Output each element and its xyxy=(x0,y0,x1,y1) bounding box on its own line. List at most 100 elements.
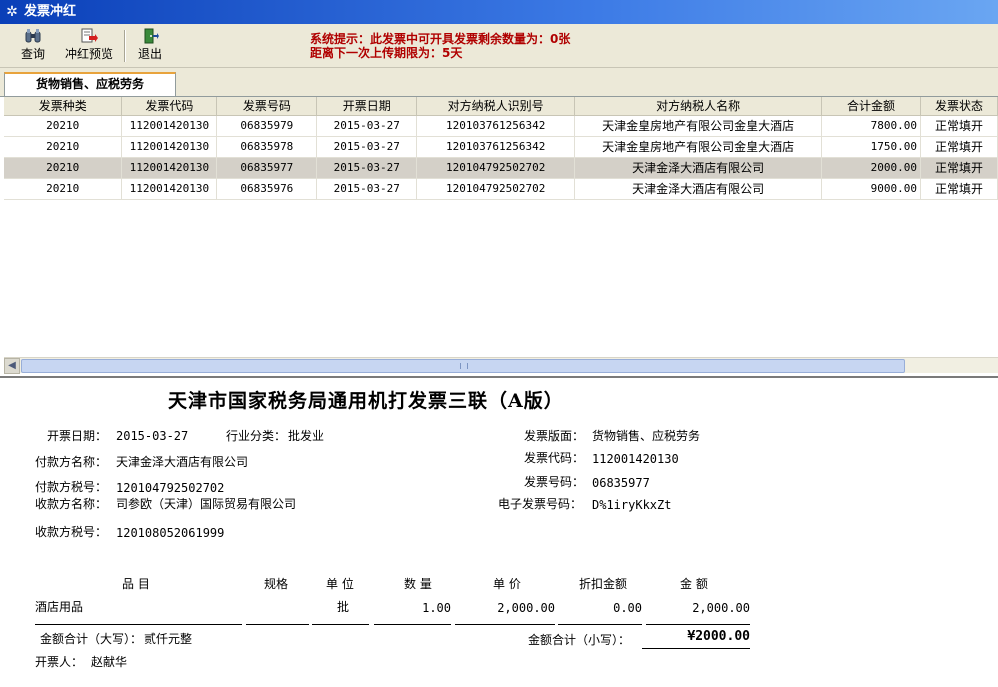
layout-label: 发票版面： xyxy=(524,429,585,443)
total-upper-label: 金额合计（大写）： xyxy=(40,632,143,646)
industry-value: 批发业 xyxy=(288,429,325,443)
item-qty: 1.00 xyxy=(422,601,451,615)
column-header-counterparty-tax-id[interactable]: 对方纳税人识别号 xyxy=(416,97,576,116)
exit-button[interactable]: 退出 xyxy=(132,28,168,66)
total-upper-value: 贰仟元整 xyxy=(144,632,193,646)
cell-invoice-code: 112001420130 xyxy=(121,115,218,137)
system-message-line-1: 系统提示：此发票中可开具发票剩余数量为：0张 xyxy=(310,32,571,46)
issuer-value: 赵献华 xyxy=(91,655,128,669)
cell-issue-date: 2015-03-27 xyxy=(316,115,418,137)
payee-name-label: 收款方名称： xyxy=(35,497,108,511)
cell-invoice-type: 20210 xyxy=(4,157,123,179)
column-header-invoice-number[interactable]: 发票号码 xyxy=(216,97,318,116)
total-underline xyxy=(642,648,750,649)
items-header-unit: 单 位 xyxy=(326,577,354,591)
industry-label: 行业分类： xyxy=(226,429,287,443)
issue-date-label: 开票日期： xyxy=(47,429,108,443)
red-flush-preview-button[interactable]: 冲红预览 xyxy=(62,28,116,66)
cell-counterparty-tax-id: 120104792502702 xyxy=(416,178,576,200)
item-underline xyxy=(246,624,309,625)
item-unit: 批 xyxy=(337,600,350,614)
items-header-qty: 数 量 xyxy=(404,577,432,591)
item-underline xyxy=(646,624,750,625)
scrollbar-thumb[interactable] xyxy=(21,359,905,373)
invoice-code-label: 发票代码： xyxy=(524,451,585,465)
exit-door-icon xyxy=(144,28,159,44)
item-underline xyxy=(35,624,242,625)
exit-button-label: 退出 xyxy=(137,47,162,61)
toolbar: 查询 冲红预览 退出 系统提示：此发票中可开具发票剩余数量为：0张 距离下一次上… xyxy=(0,24,998,68)
cell-counterparty-name: 天津金皇房地产有限公司金皇大酒店 xyxy=(574,136,823,158)
cell-invoice-number: 06835977 xyxy=(216,157,318,179)
issuer-label: 开票人： xyxy=(35,655,84,669)
item-amount: 2,000.00 xyxy=(692,601,750,615)
cell-invoice-code: 112001420130 xyxy=(121,178,218,200)
item-name: 酒店用品 xyxy=(35,600,84,614)
column-header-counterparty-name[interactable]: 对方纳税人名称 xyxy=(574,97,823,116)
payee-name-value: 司参欧（天津）国际贸易有限公司 xyxy=(116,497,297,511)
system-message-line-2: 距离下一次上传期限为：5天 xyxy=(310,46,463,60)
payee-tax-value: 120108052061999 xyxy=(116,526,225,540)
cell-invoice-number: 06835979 xyxy=(216,115,318,137)
column-header-total-amount[interactable]: 合计金额 xyxy=(821,97,921,116)
items-header-price: 单 价 xyxy=(493,577,521,591)
tab-goods-sales[interactable]: 货物销售、应税劳务 xyxy=(4,72,176,96)
system-message: 系统提示：此发票中可开具发票剩余数量为：0张 距离下一次上传期限为：5天 xyxy=(310,32,570,60)
payee-tax-label: 收款方税号： xyxy=(35,525,108,539)
cell-invoice-type: 20210 xyxy=(4,136,123,158)
e-invoice-number-value: D%1iryKkxZt xyxy=(592,498,672,512)
tab-strip: 货物销售、应税劳务 xyxy=(0,68,998,96)
scroll-left-button[interactable]: ◀ xyxy=(4,358,20,374)
cell-invoice-status: 正常填开 xyxy=(920,115,998,137)
issue-date-value: 2015-03-27 xyxy=(116,429,189,443)
cell-total-amount: 9000.00 xyxy=(821,178,921,200)
invoice-title: 天津市国家税务局通用机打发票三联（A版） xyxy=(168,390,564,412)
layout-value: 货物销售、应税劳务 xyxy=(592,429,701,443)
cell-invoice-status: 正常填开 xyxy=(920,136,998,158)
invoice-number-value: 06835977 xyxy=(592,476,650,490)
invoice-list-grid: 发票种类 发票代码 发票号码 开票日期 对方纳税人识别号 对方纳税人名称 合计金… xyxy=(0,96,998,374)
cell-counterparty-name: 天津金泽大酒店有限公司 xyxy=(574,178,823,200)
table-row[interactable]: 20210 112001420130 06835978 2015-03-27 1… xyxy=(4,136,998,158)
total-lower-value: ¥2000.00 xyxy=(687,629,750,644)
cell-counterparty-name: 天津金皇房地产有限公司金皇大酒店 xyxy=(574,115,823,137)
horizontal-scrollbar[interactable]: ◀ xyxy=(4,357,998,374)
column-header-invoice-code[interactable]: 发票代码 xyxy=(121,97,218,116)
items-header-discount: 折扣金额 xyxy=(579,577,628,591)
column-header-issue-date[interactable]: 开票日期 xyxy=(316,97,418,116)
item-underline xyxy=(312,624,369,625)
cell-invoice-code: 112001420130 xyxy=(121,157,218,179)
cell-invoice-type: 20210 xyxy=(4,178,123,200)
cell-invoice-type: 20210 xyxy=(4,115,123,137)
window-title-bar: ✲ 发票冲红 xyxy=(0,0,998,24)
cell-invoice-status: 正常填开 xyxy=(920,178,998,200)
cell-total-amount: 1750.00 xyxy=(821,136,921,158)
cell-issue-date: 2015-03-27 xyxy=(316,136,418,158)
table-header-row: 发票种类 发票代码 发票号码 开票日期 对方纳税人识别号 对方纳税人名称 合计金… xyxy=(4,97,998,116)
item-underline xyxy=(558,624,642,625)
table-row[interactable]: 20210 112001420130 06835979 2015-03-27 1… xyxy=(4,115,998,137)
query-button[interactable]: 查询 xyxy=(12,28,54,66)
item-price: 2,000.00 xyxy=(497,601,555,615)
invoice-number-label: 发票号码： xyxy=(524,475,585,489)
column-header-invoice-status[interactable]: 发票状态 xyxy=(920,97,998,116)
cell-counterparty-tax-id: 120103761256342 xyxy=(416,136,576,158)
payer-name-value: 天津金泽大酒店有限公司 xyxy=(116,455,249,469)
cell-invoice-code: 112001420130 xyxy=(121,136,218,158)
cell-issue-date: 2015-03-27 xyxy=(316,157,418,179)
cell-total-amount: 7800.00 xyxy=(821,115,921,137)
payer-tax-label: 付款方税号： xyxy=(35,480,108,494)
e-invoice-number-label: 电子发票号码： xyxy=(498,497,583,511)
cell-total-amount: 2000.00 xyxy=(821,157,921,179)
payer-tax-value: 120104792502702 xyxy=(116,481,225,495)
scrollbar-grip-icon xyxy=(460,363,468,369)
items-header-name: 品 目 xyxy=(122,577,150,591)
table-row[interactable]: 20210 112001420130 06835976 2015-03-27 1… xyxy=(4,178,998,200)
item-underline xyxy=(455,624,555,625)
column-header-invoice-type[interactable]: 发票种类 xyxy=(4,97,123,116)
query-button-label: 查询 xyxy=(20,47,45,61)
red-flush-preview-button-label: 冲红预览 xyxy=(64,47,113,61)
cell-issue-date: 2015-03-27 xyxy=(316,178,418,200)
binoculars-icon xyxy=(25,29,41,43)
table-row-selected[interactable]: 20210 112001420130 06835977 2015-03-27 1… xyxy=(4,157,998,179)
